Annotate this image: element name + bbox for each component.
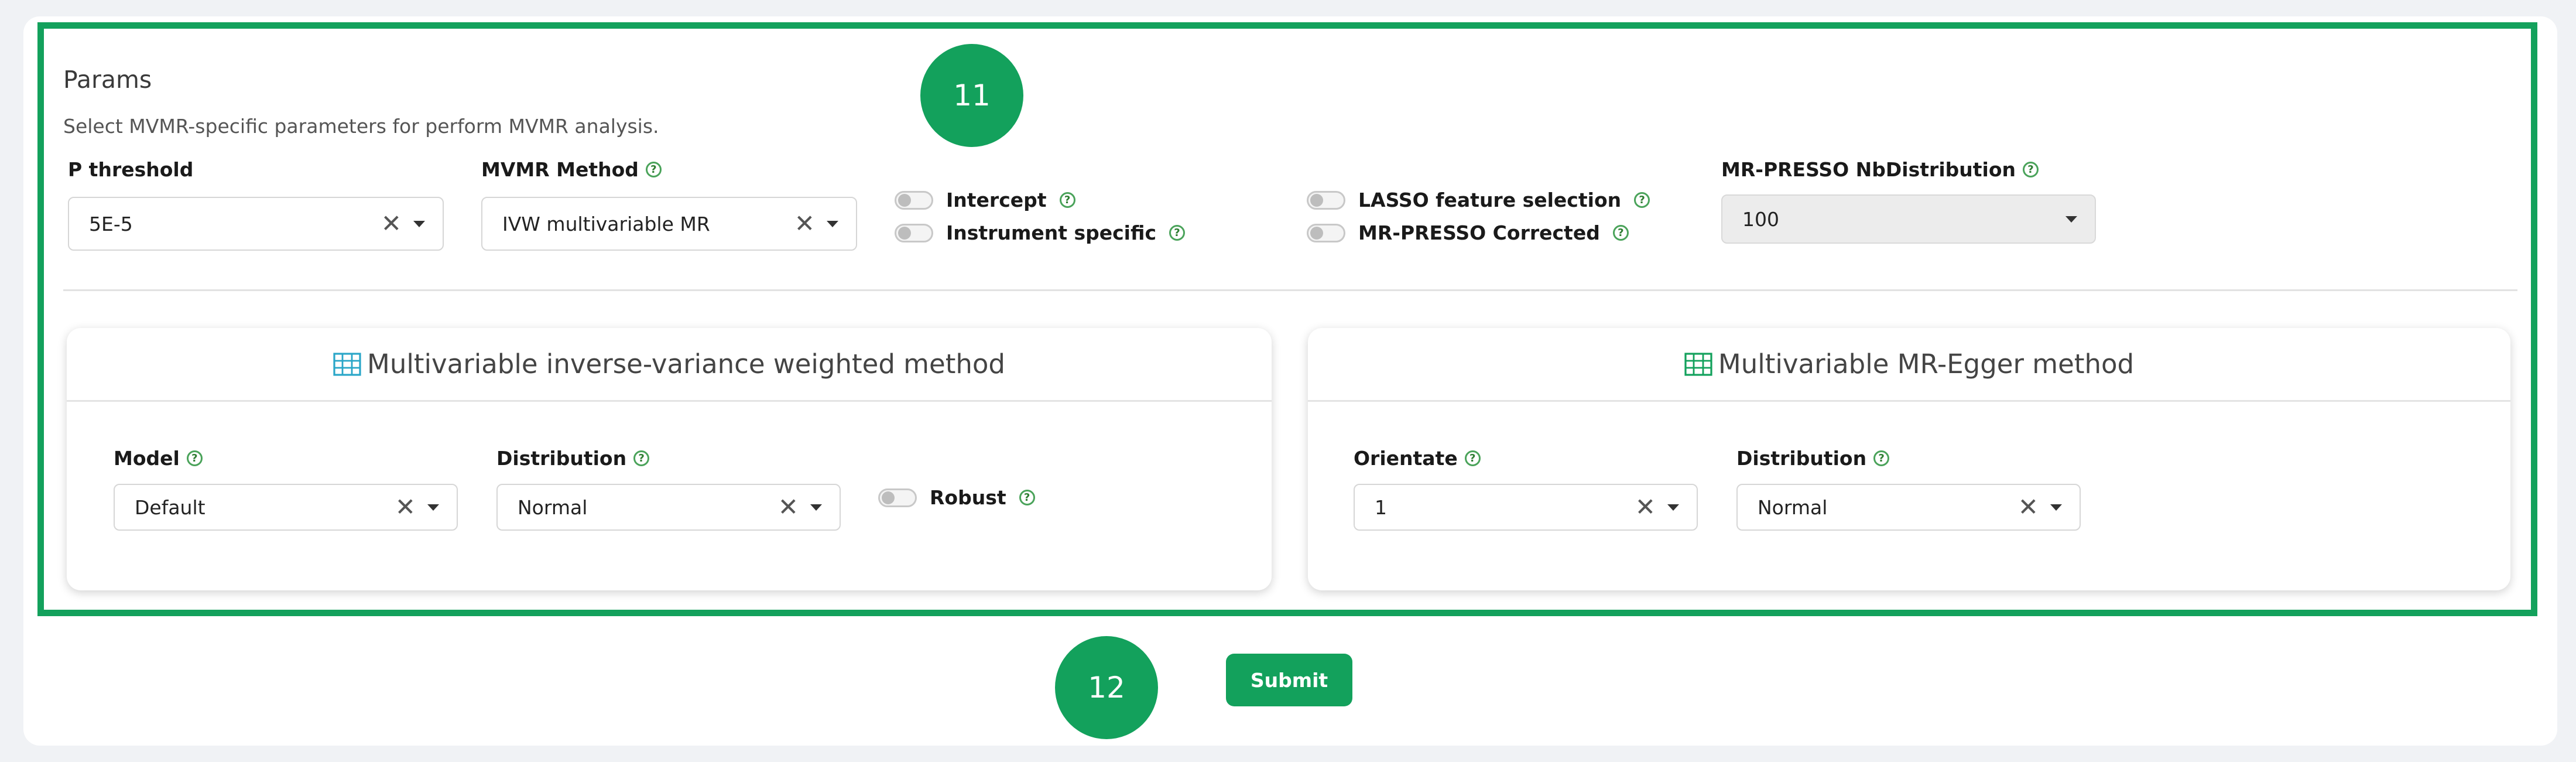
instrument-specific-toggle-row: Instrument specific ? (895, 221, 1186, 244)
submit-button[interactable]: Submit (1226, 654, 1352, 706)
help-icon[interactable]: ? (2023, 162, 2039, 177)
egger-distribution-value: Normal (1758, 496, 1828, 519)
table-icon (1684, 352, 1712, 376)
help-icon[interactable]: ? (186, 450, 203, 466)
egger-distribution-label: Distribution ? (1736, 447, 1890, 470)
egger-distribution-select[interactable]: Normal ✕ (1736, 484, 2081, 531)
ivw-panel: Multivariable inverse-variance weighted … (67, 328, 1272, 590)
egger-panel: Multivariable MR-Egger method (1308, 328, 2510, 590)
egger-panel-title: Multivariable MR-Egger method (1718, 348, 2135, 380)
section-title: Params (63, 66, 152, 94)
help-icon[interactable]: ? (645, 162, 662, 177)
help-icon[interactable]: ? (1169, 225, 1186, 241)
p-threshold-value: 5E-5 (89, 212, 133, 235)
ivw-panel-title: Multivariable inverse-variance weighted … (367, 348, 1005, 380)
lasso-toggle-row: LASSO feature selection ? (1307, 189, 1650, 211)
mvmr-method-label: MVMR Method ? (481, 158, 662, 181)
clear-icon[interactable]: ✕ (778, 495, 799, 520)
robust-toggle-row: Robust ? (878, 486, 1035, 509)
egger-panel-header: Multivariable MR-Egger method (1308, 328, 2510, 402)
lasso-toggle[interactable] (1307, 190, 1345, 210)
p-threshold-label: P threshold (68, 158, 194, 181)
nb-distribution-label: MR-PRESSO NbDistribution ? (1721, 158, 2039, 181)
ivw-model-select[interactable]: Default ✕ (114, 484, 458, 531)
egger-orientate-select[interactable]: 1 ✕ (1354, 484, 1698, 531)
egger-orientate-value: 1 (1375, 496, 1387, 519)
egger-orientate-label: Orientate ? (1354, 447, 1481, 470)
p-threshold-select[interactable]: 5E-5 ✕ (68, 197, 444, 251)
presso-corrected-toggle[interactable] (1307, 223, 1345, 242)
ivw-distribution-value: Normal (518, 496, 588, 519)
ivw-distribution-select[interactable]: Normal ✕ (496, 484, 841, 531)
step-badge-11: 11 (920, 44, 1023, 147)
ivw-panel-header: Multivariable inverse-variance weighted … (67, 328, 1272, 402)
instrument-specific-toggle[interactable] (895, 223, 933, 242)
help-icon[interactable]: ? (1019, 490, 1035, 505)
ivw-distribution-label: Distribution ? (496, 447, 650, 470)
help-icon[interactable]: ? (1059, 192, 1075, 208)
presso-corrected-toggle-row: MR-PRESSO Corrected ? (1307, 221, 1629, 244)
chevron-down-icon[interactable] (2065, 216, 2077, 223)
step-badge-12: 12 (1055, 636, 1158, 739)
chevron-down-icon[interactable] (810, 504, 822, 511)
help-icon[interactable]: ? (633, 450, 650, 466)
nb-distribution-select[interactable]: 100 (1721, 194, 2096, 244)
clear-icon[interactable]: ✕ (381, 211, 402, 236)
clear-icon[interactable]: ✕ (1635, 495, 1656, 520)
ivw-model-label: Model ? (114, 447, 203, 470)
intercept-toggle[interactable] (895, 190, 933, 210)
mvmr-method-select[interactable]: IVW multivariable MR ✕ (481, 197, 857, 251)
chevron-down-icon[interactable] (413, 220, 425, 227)
nb-distribution-value: 100 (1742, 207, 1779, 231)
chevron-down-icon[interactable] (2050, 504, 2062, 511)
section-subtitle: Select MVMR-specific parameters for perf… (63, 115, 659, 138)
help-icon[interactable]: ? (1464, 450, 1481, 466)
clear-icon[interactable]: ✕ (395, 495, 416, 520)
help-icon[interactable]: ? (1634, 192, 1650, 208)
section-divider (63, 289, 2517, 291)
mvmr-method-value: IVW multivariable MR (502, 212, 710, 235)
help-icon[interactable]: ? (1873, 450, 1890, 466)
chevron-down-icon[interactable] (427, 504, 439, 511)
clear-icon[interactable]: ✕ (2018, 495, 2039, 520)
intercept-toggle-row: Intercept ? (895, 189, 1075, 211)
clear-icon[interactable]: ✕ (794, 211, 815, 236)
table-icon (333, 352, 361, 376)
chevron-down-icon[interactable] (827, 220, 838, 227)
help-icon[interactable]: ? (1612, 225, 1629, 241)
ivw-model-value: Default (135, 496, 205, 519)
robust-toggle[interactable] (878, 488, 917, 507)
chevron-down-icon[interactable] (1667, 504, 1679, 511)
